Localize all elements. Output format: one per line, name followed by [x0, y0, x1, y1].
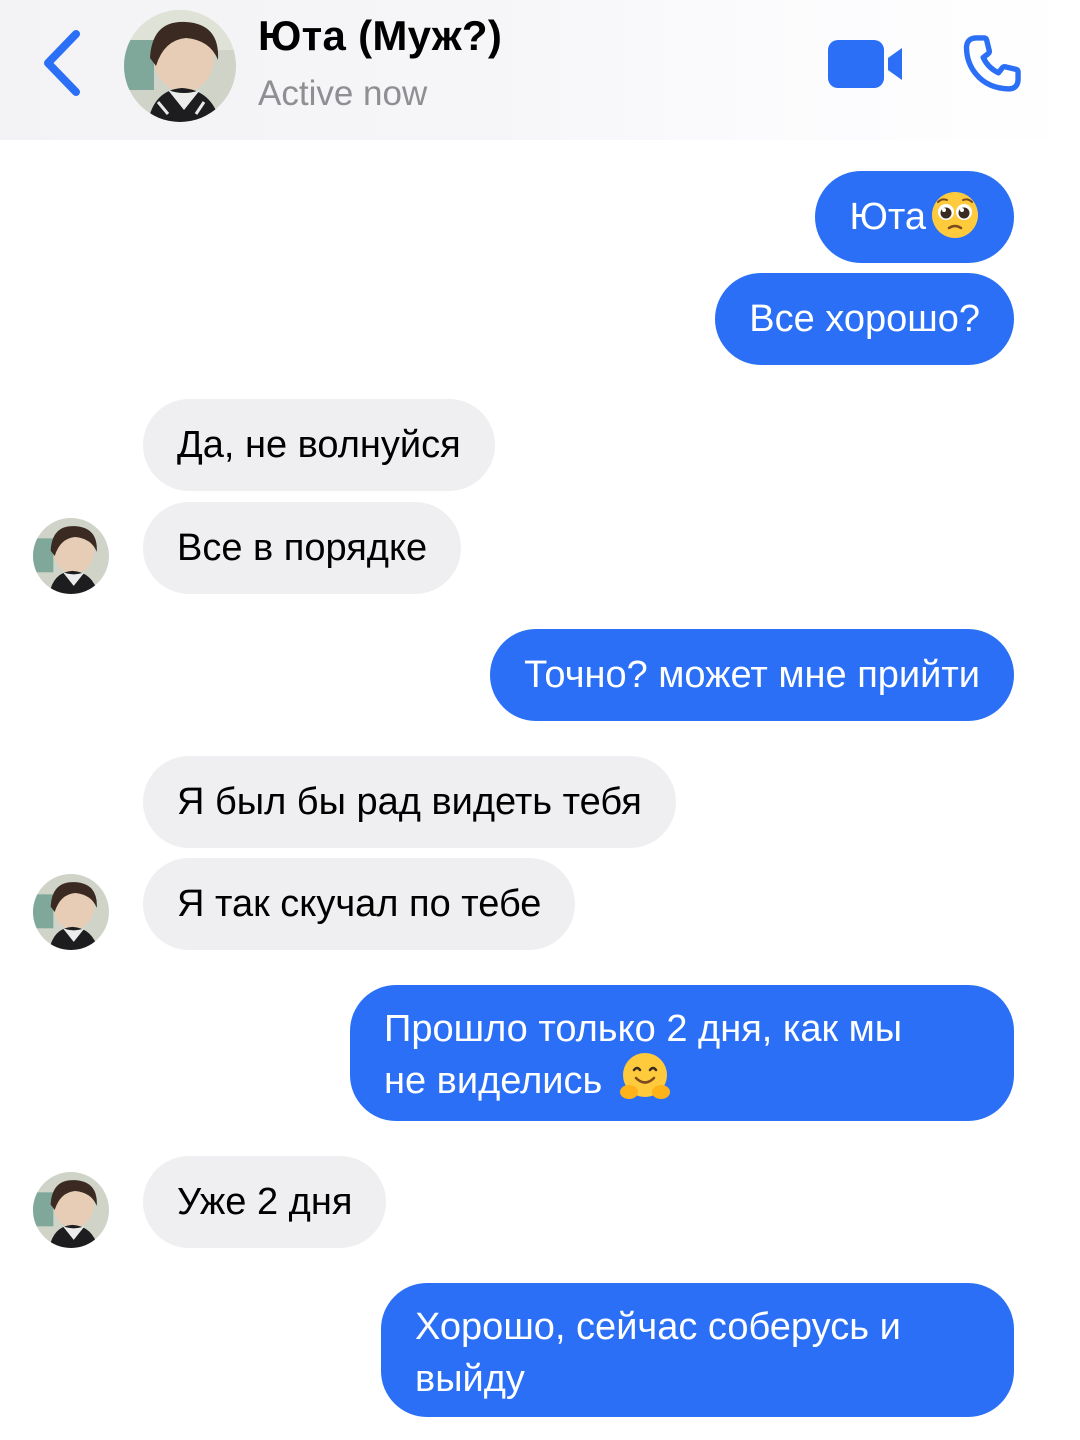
message-text-line: не виделись: [384, 1060, 603, 1102]
sender-avatar[interactable]: [33, 518, 109, 594]
video-call-button[interactable]: [826, 36, 906, 92]
message-text: Юта: [849, 196, 926, 238]
sender-avatar[interactable]: [33, 1172, 109, 1248]
hugging-face-emoji: [619, 1052, 670, 1099]
message-text: Да, не волнуйся: [177, 424, 461, 466]
message-text-line: Хорошо, сейчас соберусь и: [415, 1306, 901, 1348]
chevron-left-icon: [44, 30, 80, 96]
contact-name: Юта (Муж?): [258, 12, 503, 59]
phone-icon: [963, 35, 1021, 92]
message-text: Я был бы рад видеть тебя: [177, 781, 642, 823]
outgoing-message[interactable]: Точно? может мне прийти: [490, 629, 1014, 721]
incoming-message[interactable]: Все в порядке: [143, 502, 462, 594]
message-text-line: Прошло только 2 дня, как мы: [384, 1008, 903, 1050]
chat-header: Юта (Муж?) Active now: [0, 0, 1080, 140]
back-button[interactable]: [38, 30, 88, 96]
message-text-line: выйду: [415, 1358, 525, 1400]
message-text: Уже 2 дня: [177, 1181, 353, 1223]
pleading-face-emoji: [932, 191, 978, 238]
outgoing-message[interactable]: Прошло только 2 дня, как мы не виделись: [350, 985, 1014, 1121]
message-text: Все хорошо?: [749, 298, 980, 340]
message-text: Все в порядке: [177, 527, 428, 569]
incoming-message[interactable]: Я был бы рад видеть тебя: [143, 756, 676, 848]
video-camera-icon: [828, 40, 902, 88]
outgoing-message[interactable]: Все хорошо?: [715, 273, 1014, 365]
contact-status: Active now: [258, 74, 428, 113]
voice-call-button[interactable]: [958, 30, 1026, 98]
message-text: Точно? может мне прийти: [524, 654, 980, 696]
incoming-message[interactable]: Уже 2 дня: [143, 1156, 387, 1248]
outgoing-message[interactable]: Хорошо, сейчас соберусь и выйду: [381, 1283, 1014, 1417]
outgoing-message[interactable]: Юта: [815, 171, 1014, 263]
incoming-message[interactable]: Я так скучал по тебе: [143, 858, 576, 950]
contact-avatar[interactable]: [124, 10, 236, 122]
sender-avatar[interactable]: [33, 874, 109, 950]
message-text: Я так скучал по тебе: [177, 883, 542, 925]
incoming-message[interactable]: Да, не волнуйся: [143, 399, 495, 491]
